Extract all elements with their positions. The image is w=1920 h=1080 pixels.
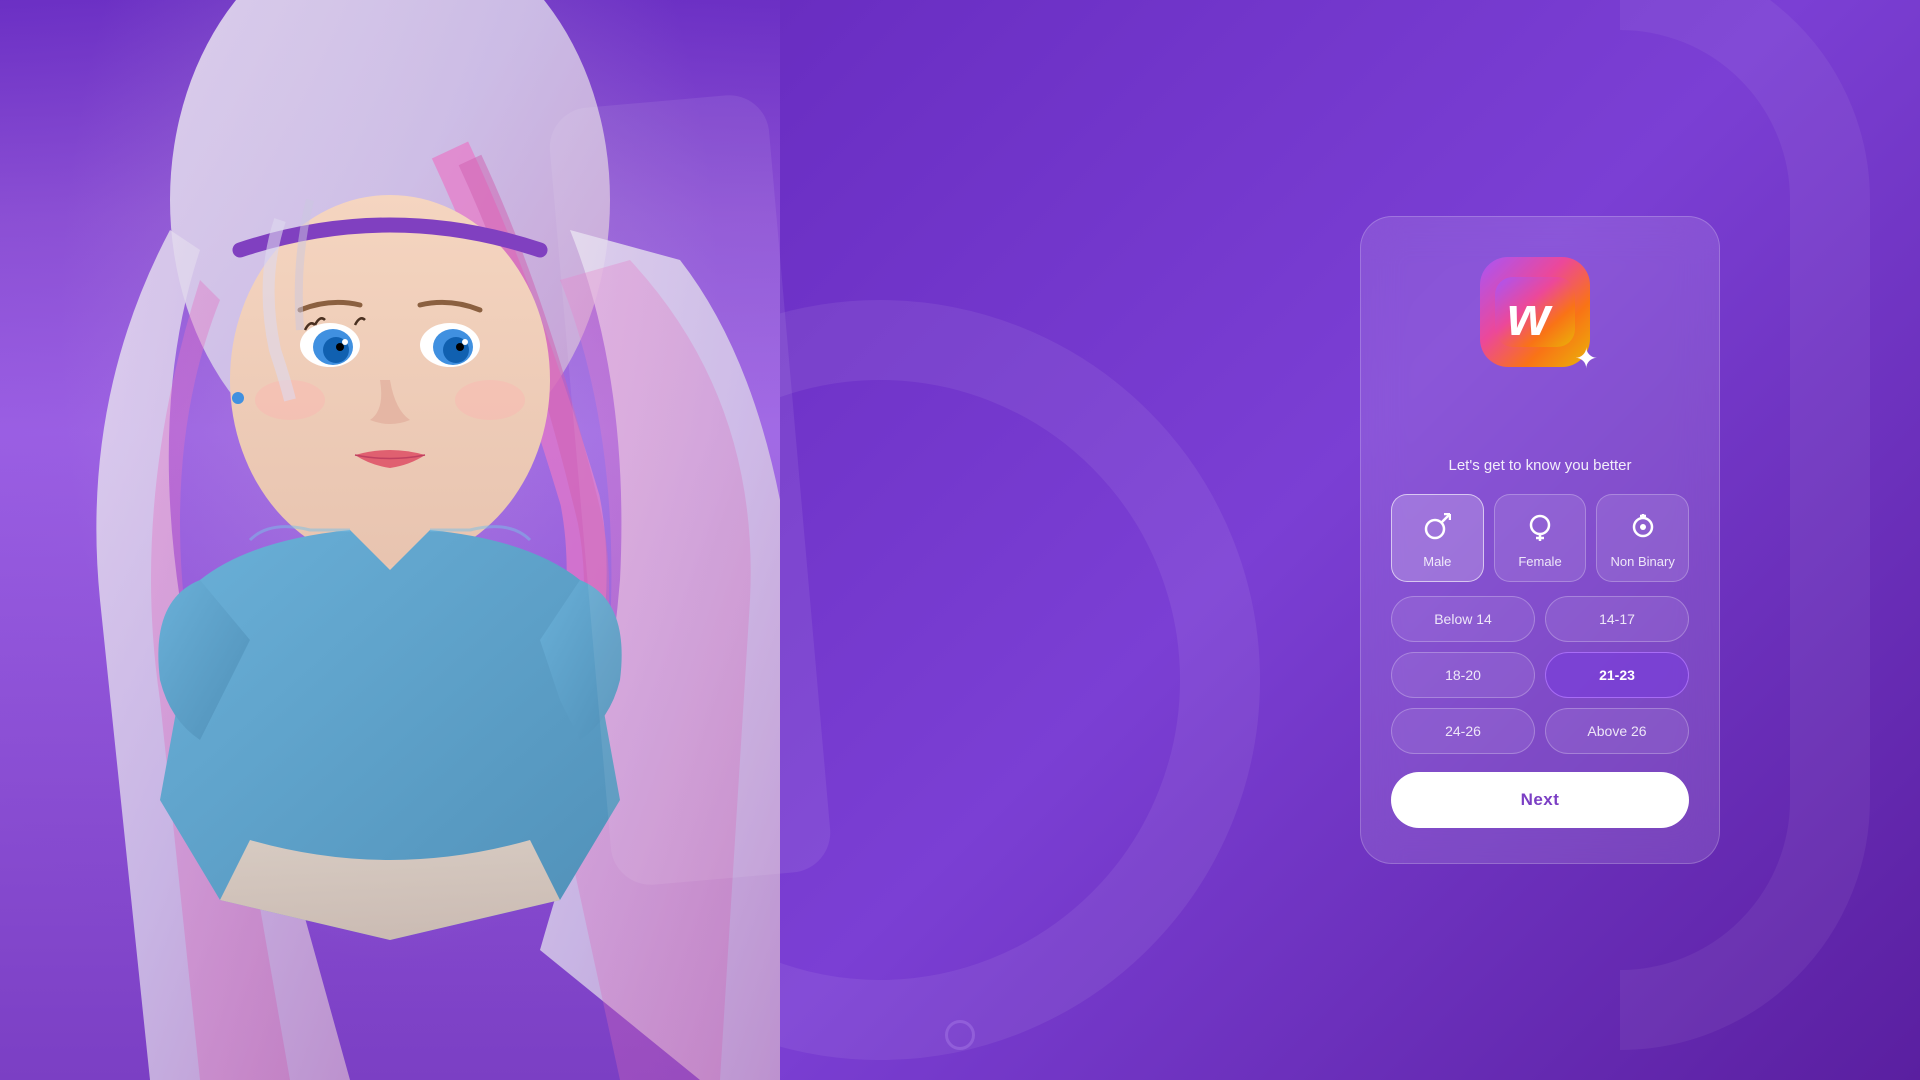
age-btn-24-26[interactable]: 24-26 (1391, 708, 1535, 754)
age-btn-14-17[interactable]: 14-17 (1545, 596, 1689, 642)
male-label: Male (1423, 554, 1451, 569)
right-panel: w ✦ Let's get to know you better Male (1360, 216, 1720, 864)
gender-btn-male[interactable]: Male (1391, 494, 1484, 582)
nonbinary-icon (1629, 513, 1657, 546)
logo-sparkle: ✦ (1575, 342, 1598, 375)
age-btn-below14[interactable]: Below 14 (1391, 596, 1535, 642)
gender-btn-female[interactable]: Female (1494, 494, 1587, 582)
logo-wrapper: w ✦ (1480, 257, 1600, 377)
male-icon (1423, 513, 1451, 546)
age-label-21-23: 21-23 (1599, 667, 1635, 683)
indicator-circle (945, 1020, 975, 1050)
svg-text:w: w (1507, 285, 1553, 347)
age-btn-above26[interactable]: Above 26 (1545, 708, 1689, 754)
gender-btn-nonbinary[interactable]: Non Binary (1596, 494, 1689, 582)
bottom-indicator (945, 1020, 975, 1050)
age-grid: Below 14 14-17 18-20 21-23 24-26 Above 2… (1391, 596, 1689, 754)
nonbinary-label: Non Binary (1611, 554, 1675, 569)
age-label-24-26: 24-26 (1445, 723, 1481, 739)
age-label-above26: Above 26 (1587, 723, 1646, 739)
age-label-18-20: 18-20 (1445, 667, 1481, 683)
age-btn-18-20[interactable]: 18-20 (1391, 652, 1535, 698)
card-subtitle: Let's get to know you better (1391, 457, 1689, 474)
female-icon (1526, 513, 1554, 546)
age-btn-21-23[interactable]: 21-23 (1545, 652, 1689, 698)
logo-container: w ✦ (1480, 257, 1600, 377)
age-label-below14: Below 14 (1434, 611, 1492, 627)
age-label-14-17: 14-17 (1599, 611, 1635, 627)
female-label: Female (1518, 554, 1561, 569)
logo-bg: w ✦ (1480, 257, 1590, 367)
next-button[interactable]: Next (1391, 772, 1689, 828)
gender-row: Male Female Non Binary (1391, 494, 1689, 582)
